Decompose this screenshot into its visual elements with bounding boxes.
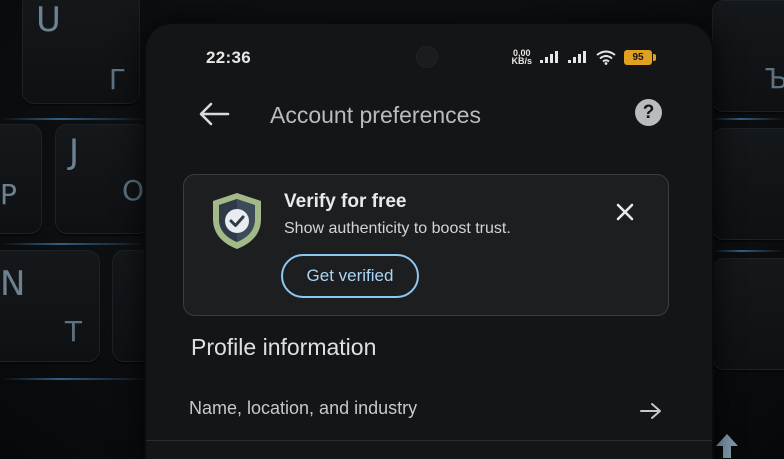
key-latin-letter: N (0, 264, 26, 304)
app-bar: Account preferences ? (146, 90, 712, 140)
page-title: Account preferences (270, 102, 481, 128)
network-speed-unit: KB/s (511, 56, 532, 66)
key-latin-letter: U (36, 0, 61, 40)
arrow-up-icon (716, 434, 738, 458)
get-verified-button[interactable]: Get verified (281, 254, 419, 298)
section-title: Profile information (191, 334, 377, 360)
keyboard-key-hard-sign: Ъ (712, 0, 784, 112)
battery-icon: 95 (624, 49, 656, 65)
verify-subtitle: Show authenticity to boost trust. (284, 220, 511, 237)
front-camera (416, 46, 438, 68)
keyboard-key-p: P (0, 124, 42, 234)
keyboard-backlight (0, 378, 150, 380)
keyboard-backlight (712, 250, 784, 252)
divider (146, 440, 712, 441)
keyboard-key-right (712, 128, 784, 240)
close-icon[interactable] (616, 203, 634, 221)
key-latin-letter: J (69, 132, 80, 172)
arrow-left-icon[interactable] (198, 100, 230, 128)
keyboard-backlight (712, 118, 784, 120)
list-item-label: Name, location, and industry (189, 398, 418, 418)
keyboard-backlight (0, 243, 150, 245)
key-cyrillic-letter: Г (108, 63, 126, 96)
phone-screen: 22:36 0,00 KB/s 95 Account preferences ?… (146, 24, 712, 459)
keyboard-backlight (0, 118, 150, 120)
verify-title: Verify for free (284, 191, 407, 212)
key-cyrillic-letter: Ъ (764, 62, 784, 95)
key-cyrillic-letter: О (121, 174, 144, 207)
status-icons: 0,00 KB/s 95 (511, 49, 656, 66)
keyboard-key-j: J О (55, 124, 150, 234)
keyboard-key-right-lower (712, 258, 784, 370)
network-speed: 0,00 KB/s (511, 49, 532, 66)
keyboard-key-n: N Т (0, 250, 100, 362)
list-item-name-location-industry[interactable]: Name, location, and industry (146, 384, 712, 434)
wifi-icon (596, 50, 616, 65)
help-icon[interactable]: ? (635, 99, 662, 126)
status-bar: 22:36 0,00 KB/s 95 (146, 24, 712, 80)
arrow-right-icon (640, 403, 661, 419)
signal-icon (568, 51, 586, 63)
signal-icon (540, 51, 558, 63)
status-time: 22:36 (206, 48, 251, 67)
photo-scene: U Г J О N Т P Ъ 22:36 0,00 KB/s 95 Accou… (0, 0, 784, 459)
key-latin-letter: P (0, 178, 17, 211)
key-cyrillic-letter: Т (64, 315, 82, 348)
keyboard-key-u: U Г (22, 0, 140, 104)
verify-banner: Verify for free Show authenticity to boo… (183, 174, 669, 316)
shield-check-icon (213, 193, 261, 249)
